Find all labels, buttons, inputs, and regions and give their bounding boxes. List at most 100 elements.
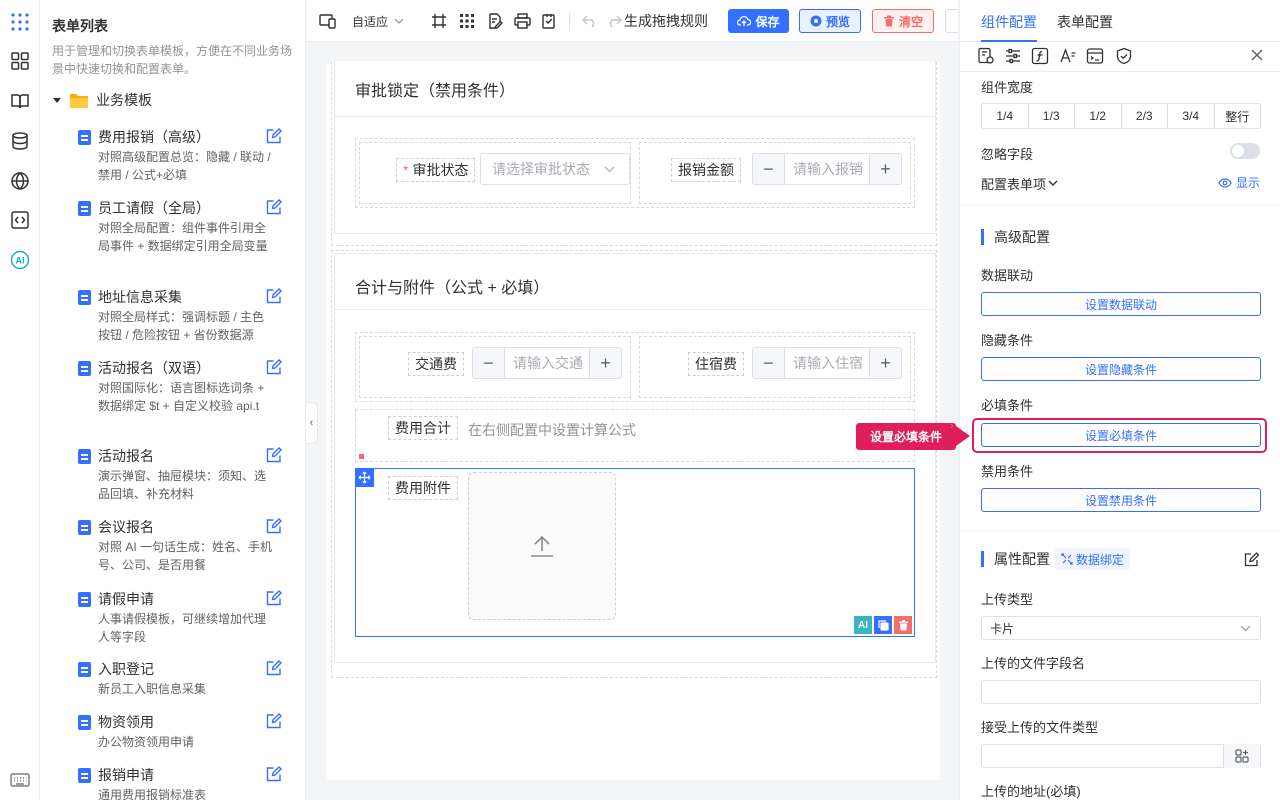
shield-check-icon[interactable]	[1115, 47, 1133, 65]
device-icon[interactable]	[319, 11, 337, 31]
edit-template-icon[interactable]	[266, 447, 282, 463]
template-item[interactable]: 费用报销（高级） 对照高级配置总览：隐藏 / 联动 / 禁用 / 公式+必填	[76, 128, 304, 188]
data-binding-tag[interactable]: 数据绑定	[1055, 548, 1131, 570]
field-name-input[interactable]	[981, 680, 1261, 704]
width-segmented-control[interactable]: 1/4 1/3 1/2 2/3 3/4 整行	[981, 103, 1261, 129]
upload-card[interactable]	[468, 472, 616, 620]
panel-expand-arrow[interactable]: ›	[950, 420, 954, 432]
width-option[interactable]: 3/4	[1168, 104, 1215, 128]
qrcode-icon[interactable]	[459, 11, 475, 31]
template-item[interactable]: 活动报名 演示弹窗、抽屉模块：须知、选品回填、补充材料	[76, 447, 304, 507]
total-row[interactable]: 费用合计 在右侧配置中设置计算公式	[355, 409, 915, 462]
json-icon[interactable]	[542, 11, 558, 31]
template-item[interactable]: 活动报名（双语） 对照国际化：语言图标选词条 + 数据绑定 $t + 自定义校验 …	[76, 359, 304, 419]
set-linkage-button[interactable]: 设置数据联动	[981, 292, 1261, 316]
increment-button[interactable]: +	[869, 348, 901, 378]
tab-form-config[interactable]: 表单配置	[1057, 12, 1113, 32]
sliders-icon[interactable]	[1004, 47, 1022, 65]
close-panel-icon[interactable]	[1249, 47, 1267, 65]
width-option[interactable]: 1/3	[1029, 104, 1075, 128]
set-hidden-condition-button[interactable]: 设置隐藏条件	[981, 357, 1261, 381]
edit-template-icon[interactable]	[266, 660, 282, 676]
width-option[interactable]: 整行	[1215, 104, 1261, 128]
edit-template-icon[interactable]	[266, 766, 282, 782]
show-toggle[interactable]: 显示	[1218, 174, 1260, 191]
drag-handle-icon[interactable]	[355, 468, 374, 487]
copy-icon[interactable]	[874, 616, 892, 634]
width-option[interactable]: 1/4	[982, 104, 1029, 128]
edit-template-icon[interactable]	[266, 359, 282, 375]
col-approval-status[interactable]: * 审批状态 请选择审批状态	[359, 142, 631, 204]
row-container[interactable]: 交通费 − 请输入交通 + 住宿费 − 请输入住宿 +	[355, 332, 915, 402]
col-transport[interactable]: 交通费 − 请输入交通 +	[359, 336, 631, 398]
attachment-field-selected[interactable]: 费用附件 AI	[355, 468, 915, 637]
row-container[interactable]: * 审批状态 请选择审批状态 报销金额 − 请输入报销 +	[355, 138, 915, 208]
undo-icon[interactable]	[582, 11, 598, 31]
cloud-upload-icon	[737, 15, 752, 26]
section-total-attachment[interactable]: 合计与附件（公式 + 必填） 交通费 − 请输入交通 + 住宿费 − 请输入住宿	[331, 250, 937, 678]
code-icon[interactable]	[9, 209, 31, 231]
add-type-icon[interactable]	[1223, 744, 1260, 768]
template-item[interactable]: 请假申请 人事请假模板，可继续增加代理人等字段	[76, 590, 304, 650]
delete-icon[interactable]	[894, 616, 912, 634]
generate-rules-label: 生成拖拽规则	[624, 13, 708, 29]
print-icon[interactable]	[514, 11, 531, 31]
function-icon[interactable]	[1031, 47, 1049, 65]
col-lodging[interactable]: 住宿费 − 请输入住宿 +	[639, 336, 911, 398]
increment-button[interactable]: +	[589, 348, 621, 378]
more-button[interactable]	[945, 9, 958, 33]
decrement-button[interactable]: −	[753, 154, 785, 184]
col-amount[interactable]: 报销金额 − 请输入报销 +	[639, 142, 911, 204]
database-icon[interactable]	[9, 130, 31, 152]
book-icon[interactable]	[9, 90, 31, 112]
preview-button[interactable]: 预览	[799, 9, 861, 33]
ai-assist-button[interactable]: AI	[854, 616, 872, 634]
set-disabled-condition-button[interactable]: 设置禁用条件	[981, 488, 1261, 512]
tab-component-config[interactable]: 组件配置	[981, 12, 1037, 32]
section-approval-lock[interactable]: 审批锁定（禁用条件） * 审批状态 请选择审批状态 报销金额 − 请输入报销 +	[331, 61, 937, 246]
toolbar-divider	[569, 12, 570, 30]
template-item[interactable]: 物资领用 办公物资领用申请	[76, 713, 304, 773]
frame-icon[interactable]	[431, 11, 447, 31]
increment-button[interactable]: +	[869, 154, 901, 184]
template-item[interactable]: 员工请假（全局） 对照全局配置：组件事件引用全局事件 + 数据绑定引用全局变量	[76, 199, 304, 259]
template-item[interactable]: 会议报名 对照 AI 一句话生成：姓名、手机号、公司、是否用餐	[76, 518, 304, 578]
sidebar-collapse-button[interactable]: ‹	[306, 402, 318, 444]
edit-template-icon[interactable]	[266, 288, 282, 304]
basic-settings-icon[interactable]	[977, 47, 995, 65]
edit-template-icon[interactable]	[266, 199, 282, 215]
edit-template-icon[interactable]	[266, 518, 282, 534]
accept-types-input[interactable]	[981, 744, 1261, 768]
ai-icon[interactable]: AI	[9, 249, 31, 271]
keyboard-icon[interactable]	[9, 769, 31, 791]
template-item[interactable]: 报销申请 通用费用报销标准表	[76, 766, 304, 800]
edit-template-icon[interactable]	[266, 590, 282, 606]
event-icon[interactable]	[1086, 47, 1104, 65]
components-icon[interactable]	[9, 50, 31, 72]
edit-document-icon[interactable]	[487, 11, 503, 31]
edit-template-icon[interactable]	[266, 128, 282, 144]
edit-props-icon[interactable]	[1244, 552, 1259, 567]
clear-button[interactable]: 清空	[872, 9, 934, 33]
width-option[interactable]: 2/3	[1122, 104, 1168, 128]
decrement-button[interactable]: −	[473, 348, 505, 378]
width-option[interactable]: 1/2	[1075, 104, 1122, 128]
save-button[interactable]: 保存	[728, 9, 789, 33]
folder-business-templates[interactable]: 业务模板	[52, 90, 152, 110]
edit-template-icon[interactable]	[266, 713, 282, 729]
ignore-field-switch[interactable]	[1230, 143, 1260, 159]
amount-input[interactable]: − 请输入报销 +	[752, 153, 902, 185]
template-item[interactable]: 地址信息采集 对照全局样式：强调标题 / 主色按钮 / 危险按钮 + 省份数据源	[76, 288, 304, 348]
text-style-icon[interactable]	[1059, 47, 1077, 65]
upload-type-select[interactable]: 卡片	[981, 616, 1261, 640]
app-grid-icon[interactable]	[9, 11, 31, 33]
lodging-input[interactable]: − 请输入住宿 +	[752, 347, 902, 379]
decrement-button[interactable]: −	[753, 348, 785, 378]
transport-input[interactable]: − 请输入交通 +	[472, 347, 622, 379]
generate-rules-button[interactable]: 生成拖拽规则	[606, 11, 708, 31]
template-item[interactable]: 入职登记 新员工入职信息采集	[76, 660, 304, 720]
config-items-toggle[interactable]: 配置表单项	[981, 174, 1058, 193]
globe-icon[interactable]	[9, 170, 31, 192]
layout-mode-select[interactable]: 自适应	[352, 11, 404, 31]
approval-status-select[interactable]: 请选择审批状态	[480, 153, 630, 185]
